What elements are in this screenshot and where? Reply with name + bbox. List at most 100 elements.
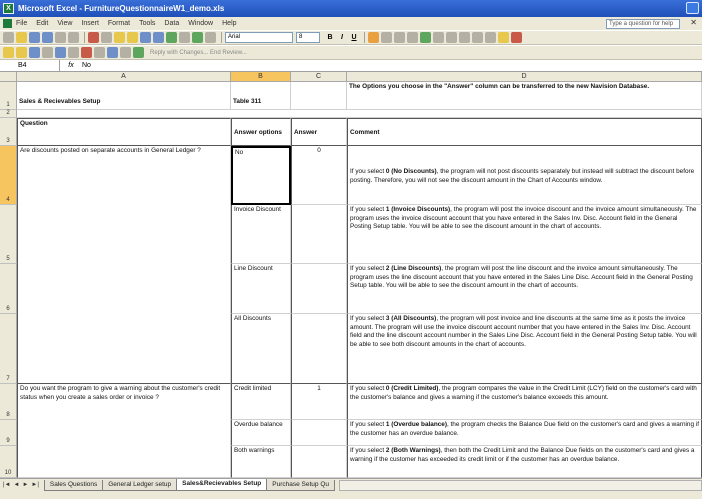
cell-b4-selected[interactable]: No	[231, 146, 291, 205]
formula-input[interactable]: No	[82, 62, 91, 69]
review-icon[interactable]	[16, 47, 27, 58]
merge-center-icon[interactable]	[407, 32, 418, 43]
first-sheet-icon[interactable]: |◄	[3, 482, 11, 488]
select-all-corner[interactable]	[0, 72, 17, 82]
header-question[interactable]: Question	[17, 118, 231, 146]
cell-a4-question[interactable]: Are discounts posted on separate account…	[17, 146, 231, 384]
review-icon[interactable]	[107, 47, 118, 58]
cell-d4-comment[interactable]: If you select 0 (No Discounts), the prog…	[347, 146, 702, 205]
last-sheet-icon[interactable]: ►|	[31, 482, 39, 488]
permission-icon[interactable]	[42, 32, 53, 43]
align-right-icon[interactable]	[394, 32, 405, 43]
window-control-button[interactable]	[686, 2, 699, 14]
cell-c9[interactable]	[291, 420, 347, 446]
menu-data[interactable]: Data	[164, 20, 179, 27]
menu-tools[interactable]: Tools	[139, 20, 155, 27]
fill-color-icon[interactable]	[498, 32, 509, 43]
cell-a8-question[interactable]: Do you want the program to give a warnin…	[17, 384, 231, 478]
header-answer[interactable]: Answer	[291, 118, 347, 146]
indent-icon[interactable]	[472, 32, 483, 43]
cell-a1-title[interactable]: Sales & Recievables Setup	[17, 82, 231, 110]
row-header[interactable]: 3	[0, 118, 17, 146]
insert-function-icon[interactable]: fx	[60, 62, 82, 69]
row-header[interactable]: 5	[0, 205, 17, 264]
cell-d1-note[interactable]: The Options you choose in the "Answer" c…	[347, 82, 702, 110]
cell-d6-comment[interactable]: If you select 2 (Line Discounts), the pr…	[347, 264, 702, 314]
menu-file[interactable]: File	[16, 20, 27, 27]
menu-format[interactable]: Format	[108, 20, 130, 27]
cell-b10-option[interactable]: Both warnings	[231, 446, 291, 478]
zoom-icon[interactable]	[205, 32, 216, 43]
tab-sales-questions[interactable]: Sales Questions	[43, 480, 104, 491]
review-icon[interactable]	[94, 47, 105, 58]
cell-c8-answer[interactable]: 1	[291, 384, 347, 420]
currency-icon[interactable]	[420, 32, 431, 43]
review-icon[interactable]	[29, 47, 40, 58]
row-header[interactable]: 6	[0, 264, 17, 314]
menu-insert[interactable]: Insert	[81, 20, 99, 27]
close-workbook-icon[interactable]: ✕	[690, 18, 697, 27]
open-icon[interactable]	[16, 32, 27, 43]
row-header[interactable]: 4	[0, 146, 17, 205]
row-header[interactable]: 10	[0, 446, 17, 478]
row-header[interactable]: 9	[0, 420, 17, 446]
font-color-icon[interactable]	[511, 32, 522, 43]
cell-b9-option[interactable]: Overdue balance	[231, 420, 291, 446]
undo-icon[interactable]	[140, 32, 151, 43]
cell-b6-option[interactable]: Line Discount	[231, 264, 291, 314]
redo-icon[interactable]	[153, 32, 164, 43]
cell-c6[interactable]	[291, 264, 347, 314]
autosum-icon[interactable]	[179, 32, 190, 43]
tab-general-ledger-setup[interactable]: General Ledger setup	[102, 480, 178, 491]
menu-help[interactable]: Help	[222, 20, 236, 27]
cell-b8-option[interactable]: Credit limited	[231, 384, 291, 420]
horizontal-scrollbar[interactable]	[339, 480, 702, 491]
cell-d5-comment[interactable]: If you select 1 (Invoice Discounts), the…	[347, 205, 702, 264]
cell-c5[interactable]	[291, 205, 347, 264]
row-header[interactable]: 7	[0, 314, 17, 384]
cell-b7-option[interactable]: All Discounts	[231, 314, 291, 384]
row-header[interactable]: 1	[0, 82, 17, 110]
reply-with-changes-link[interactable]: Reply with Changes... End Review...	[150, 50, 247, 56]
paste-icon[interactable]	[114, 32, 125, 43]
review-icon[interactable]	[68, 47, 79, 58]
cell-c7[interactable]	[291, 314, 347, 384]
tab-purchase-setup[interactable]: Purchase Setup Qu	[266, 480, 335, 491]
print-preview-icon[interactable]	[68, 32, 79, 43]
header-answer-options[interactable]: Answer options	[231, 118, 291, 146]
menu-window[interactable]: Window	[188, 20, 213, 27]
next-sheet-icon[interactable]: ►	[22, 482, 28, 488]
cell-b1-table[interactable]: Table 311	[231, 82, 291, 110]
format-painter-icon[interactable]	[127, 32, 138, 43]
cell-b5-option[interactable]: Invoice Discount	[231, 205, 291, 264]
workbook-icon[interactable]	[3, 19, 12, 28]
review-icon[interactable]	[120, 47, 131, 58]
cell-c10[interactable]	[291, 446, 347, 478]
column-header-c[interactable]: C	[291, 72, 347, 82]
save-icon[interactable]	[29, 32, 40, 43]
cell-row2-empty[interactable]	[17, 110, 702, 118]
align-center-icon[interactable]	[381, 32, 392, 43]
font-select[interactable]: Arial	[225, 32, 293, 43]
review-icon[interactable]	[55, 47, 66, 58]
cell-d9-comment[interactable]: If you select 1 (Overdue balance), the p…	[347, 420, 702, 446]
hyperlink-icon[interactable]	[166, 32, 177, 43]
review-icon[interactable]	[133, 47, 144, 58]
menu-view[interactable]: View	[57, 20, 72, 27]
decrease-decimal-icon[interactable]	[459, 32, 470, 43]
align-left-icon[interactable]	[368, 32, 379, 43]
review-icon[interactable]	[42, 47, 53, 58]
cell-d7-comment[interactable]: If you select 3 (All Discounts), the pro…	[347, 314, 702, 384]
cell-d10-comment[interactable]: If you select 2 (Both Warnings), then bo…	[347, 446, 702, 478]
underline-button[interactable]: U	[349, 34, 359, 41]
copy-icon[interactable]	[101, 32, 112, 43]
italic-button[interactable]: I	[337, 34, 347, 41]
tab-sales-recievables-setup[interactable]: Sales&Recievables Setup	[176, 479, 268, 491]
header-comment[interactable]: Comment	[347, 118, 702, 146]
borders-icon[interactable]	[485, 32, 496, 43]
cell-d8-comment[interactable]: If you select 0 (Credit Limited), the pr…	[347, 384, 702, 420]
prev-sheet-icon[interactable]: ◄	[14, 482, 20, 488]
percent-icon[interactable]	[433, 32, 444, 43]
increase-decimal-icon[interactable]	[446, 32, 457, 43]
row-header[interactable]: 2	[0, 110, 17, 118]
